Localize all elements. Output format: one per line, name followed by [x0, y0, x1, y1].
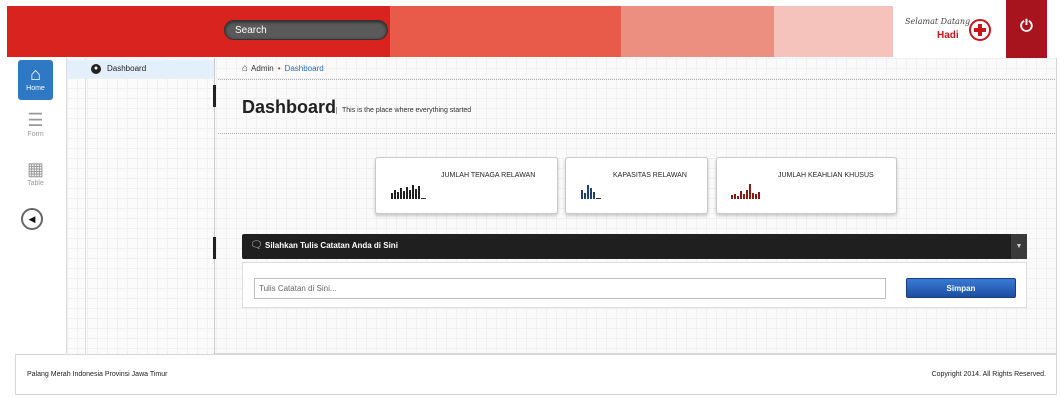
menu-panel: ● Dashboard — [67, 58, 215, 354]
chat-bubbles-icon: 🗨 — [250, 240, 263, 251]
breadcrumb-root[interactable]: Admin — [251, 64, 274, 73]
menu-item-label: Dashboard — [107, 64, 147, 73]
header-segment-2 — [390, 6, 621, 57]
header-segment-4 — [774, 6, 893, 57]
list-icon: ☰ — [27, 110, 44, 130]
sidebar-item-label: Form — [27, 131, 44, 138]
stat-card-label: KAPASITAS RELAWAN — [613, 172, 687, 179]
notes-panel-header: 🗨 Silahkan Tulis Catatan Anda di Sini ▼ — [242, 234, 1027, 259]
home-icon: ⌂ — [30, 64, 41, 84]
divider — [218, 133, 1055, 134]
breadcrumb-separator: • — [277, 64, 281, 73]
footer-copyright: Copyright 2014. All Rights Reserved. — [931, 371, 1046, 378]
bar-chart-icon — [391, 185, 426, 199]
sidebar-item-label: Home — [26, 85, 45, 92]
resize-handle[interactable] — [213, 237, 216, 259]
chevron-down-icon[interactable]: ▼ — [1011, 234, 1027, 259]
menu-item-dashboard[interactable]: ● Dashboard — [67, 60, 214, 78]
sidebar-item-label: Table — [27, 180, 44, 187]
page-title: Dashboard — [242, 97, 337, 117]
bar-chart-icon — [581, 185, 601, 199]
collapse-sidebar-button[interactable]: ◀ — [21, 208, 43, 230]
stat-card-capacity[interactable]: KAPASITAS RELAWAN — [565, 157, 708, 214]
home-icon: ⌂ — [242, 63, 249, 74]
save-button[interactable]: Simpan — [906, 278, 1016, 298]
sidebar-item-home[interactable]: ⌂ Home — [18, 60, 53, 100]
red-cross-logo-icon — [969, 19, 991, 41]
footer-organization: Palang Merah Indonesia Provinsi Jawa Tim… — [27, 371, 168, 378]
breadcrumb: ⌂ Admin • Dashboard — [242, 63, 324, 74]
resize-handle[interactable] — [213, 85, 216, 107]
stat-card-volunteers[interactable]: JUMLAH TENAGA RELAWAN — [375, 157, 558, 214]
search-input[interactable]: Search — [224, 20, 388, 40]
chevron-left-icon: ◀ — [28, 214, 36, 224]
icon-sidebar: ⌂ Home ☰ Form ▦ Table ◀ — [15, 58, 67, 354]
menu-divider — [85, 58, 86, 354]
bar-chart-icon — [731, 184, 760, 199]
dashboard-icon: ● — [91, 64, 101, 74]
sidebar-item-table[interactable]: ▦ Table — [18, 155, 53, 187]
divider — [218, 79, 1055, 80]
top-bar: Search Selamat Datang Hadi ⏻ — [0, 0, 1060, 75]
footer: Palang Merah Indonesia Provinsi Jawa Tim… — [15, 354, 1057, 395]
stat-card-skills[interactable]: JUMLAH KEAHLIAN KHUSUS — [716, 157, 897, 214]
page-subtitle: This is the place where everything start… — [336, 107, 471, 114]
user-name: Hadi — [937, 30, 959, 41]
note-input[interactable]: Tulis Catatan di Sini... — [254, 278, 886, 299]
sidebar-item-form[interactable]: ☰ Form — [18, 106, 53, 138]
header-segment-3 — [621, 6, 774, 57]
user-info: Selamat Datang Hadi — [893, 6, 1003, 57]
notes-panel-title: Silahkan Tulis Catatan Anda di Sini — [265, 241, 398, 250]
welcome-label: Selamat Datang — [905, 17, 971, 26]
power-icon: ⏻ — [1020, 18, 1033, 35]
stat-card-label: JUMLAH KEAHLIAN KHUSUS — [778, 172, 874, 179]
stat-card-label: JUMLAH TENAGA RELAWAN — [441, 172, 536, 179]
breadcrumb-current[interactable]: Dashboard — [285, 64, 324, 73]
table-icon: ▦ — [26, 159, 44, 179]
